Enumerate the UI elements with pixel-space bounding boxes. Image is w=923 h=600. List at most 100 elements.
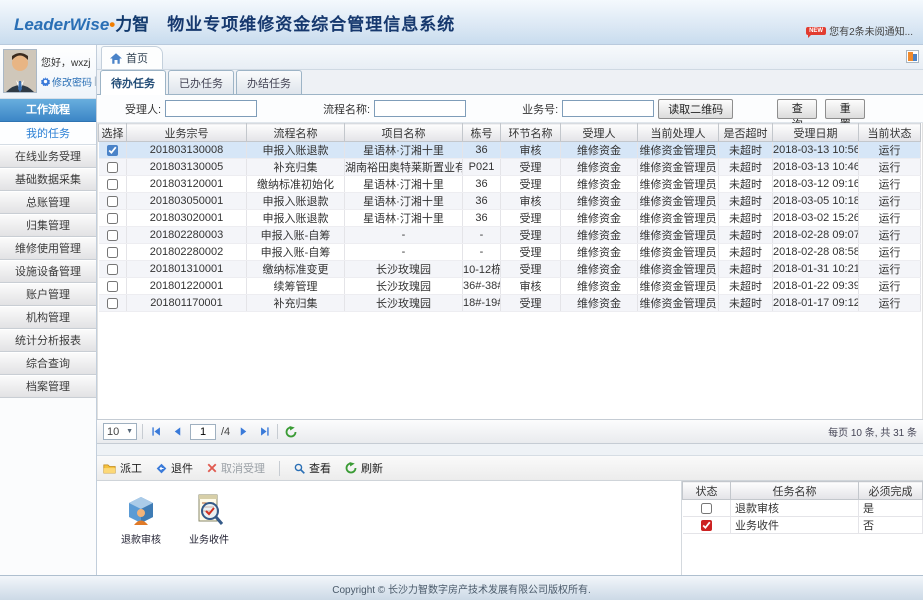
cell: 受理 [501, 159, 561, 176]
column-header-10[interactable]: 当前状态 [859, 124, 921, 142]
cell: 10-12栋 [463, 261, 501, 278]
gear-icon [41, 77, 50, 86]
cell: 申报入账退款 [247, 210, 345, 227]
sidebar-item-query[interactable]: 综合查询 [0, 352, 96, 375]
acceptor-label: 受理人: [125, 101, 161, 117]
cell: 审核 [501, 193, 561, 210]
return-item-button[interactable]: 退件 [156, 460, 193, 476]
sidebar-item-archive[interactable]: 档案管理 [0, 375, 96, 398]
acceptor-input[interactable] [165, 100, 257, 117]
sidebar-item-facility[interactable]: 设施设备管理 [0, 260, 96, 283]
row-select-checkbox[interactable] [107, 230, 118, 241]
shortcut-business-receipt[interactable]: 业务收件 [183, 493, 235, 575]
layout-toggle-icon[interactable] [906, 50, 919, 63]
notice-text[interactable]: 您有2条未阅通知... [829, 23, 913, 38]
main-content: 首页 待办任务已办任务办结任务 受理人: 流程名称: 业务号: 读取二维码 查询… [97, 45, 923, 575]
column-header-2[interactable]: 流程名称 [247, 124, 345, 142]
cell: 运行 [859, 210, 921, 227]
shortcut-refund-review[interactable]: 退款审核 [115, 493, 167, 575]
tab-todo[interactable]: 待办任务 [100, 70, 166, 95]
cell: 运行 [859, 295, 921, 312]
notification-link[interactable]: NEW 您有2条未阅通知... [806, 23, 913, 38]
sidebar-item-base-data[interactable]: 基础数据采集 [0, 168, 96, 191]
table-row: 201803120001缴纳标准初始化星语林·汀湘十里36受理维修资金维修资金管… [99, 176, 921, 193]
cell: 受理 [501, 227, 561, 244]
task-column-header-0: 状态 [683, 482, 731, 500]
column-header-7[interactable]: 当前处理人 [638, 124, 719, 142]
prev-page-button[interactable] [169, 424, 185, 440]
cell: 运行 [859, 142, 921, 159]
task-checkbox[interactable] [701, 520, 712, 531]
cell: 运行 [859, 261, 921, 278]
first-page-button[interactable] [148, 424, 164, 440]
row-select-checkbox[interactable] [107, 264, 118, 275]
tab-finished[interactable]: 办结任务 [236, 70, 302, 94]
column-header-4[interactable]: 栋号 [463, 124, 501, 142]
column-header-6[interactable]: 受理人 [561, 124, 638, 142]
page-number-input[interactable] [190, 424, 216, 440]
column-header-3[interactable]: 项目名称 [345, 124, 463, 142]
sidebar-item-online-business[interactable]: 在线业务受理 [0, 145, 96, 168]
column-header-0[interactable]: 选择 [99, 124, 127, 142]
row-select-checkbox[interactable] [107, 162, 118, 173]
column-header-5[interactable]: 环节名称 [501, 124, 561, 142]
cell: 未超时 [719, 176, 773, 193]
table-row: 201803050001申报入账退款星语林·汀湘十里36审核维修资金维修资金管理… [99, 193, 921, 210]
sidebar-item-workflow[interactable]: 工作流程 [0, 99, 96, 122]
cell: 未超时 [719, 295, 773, 312]
cell: 申报入账退款 [247, 193, 345, 210]
column-header-9[interactable]: 受理日期 [773, 124, 859, 142]
task-name-cell: 业务收件 [731, 517, 859, 534]
cell: 36 [463, 193, 501, 210]
row-select-checkbox[interactable] [107, 298, 118, 309]
cell: 受理 [501, 295, 561, 312]
change-password-link[interactable]: 修改密码 [52, 74, 92, 89]
cell: 201802280002 [127, 244, 247, 261]
read-qr-button[interactable]: 读取二维码 [658, 99, 733, 119]
cell: 受理 [501, 244, 561, 261]
sidebar-item-account[interactable]: 账户管理 [0, 283, 96, 306]
cell: 2018-03-12 09:16:51 [773, 176, 859, 193]
select-cell [99, 159, 127, 176]
sidebar-item-my-tasks[interactable]: 我的任务 [0, 122, 96, 145]
cell: 2018-03-13 10:46:42 [773, 159, 859, 176]
cell: 审核 [501, 278, 561, 295]
view-button[interactable]: 查看 [294, 460, 331, 476]
cell: 201803130008 [127, 142, 247, 159]
table-row: 201801220001续筹管理长沙玫瑰园36#-38#审核维修资金维修资金管理… [99, 278, 921, 295]
cell: 补充归集 [247, 295, 345, 312]
cell: 2018-01-22 09:39:13 [773, 278, 859, 295]
sidebar-item-organization[interactable]: 机构管理 [0, 306, 96, 329]
query-button[interactable]: 查询 [777, 99, 817, 119]
sidebar-item-maintenance-use[interactable]: 维修使用管理 [0, 237, 96, 260]
row-select-checkbox[interactable] [107, 145, 118, 156]
business-no-input[interactable] [562, 100, 654, 117]
refresh-grid-icon[interactable] [283, 424, 299, 440]
page-size-select[interactable]: 10▼ [103, 423, 137, 440]
task-column-header-2: 必须完成 [859, 482, 923, 500]
tab-done[interactable]: 已办任务 [168, 70, 234, 94]
refresh-button[interactable]: 刷新 [345, 460, 383, 476]
column-header-1[interactable]: 业务宗号 [127, 124, 247, 142]
next-page-button[interactable] [235, 424, 251, 440]
process-name-input[interactable] [374, 100, 466, 117]
row-select-checkbox[interactable] [107, 247, 118, 258]
last-page-button[interactable] [256, 424, 272, 440]
breadcrumb-home-tab[interactable]: 首页 [101, 46, 163, 69]
select-cell [99, 295, 127, 312]
cell: 36#-38# [463, 278, 501, 295]
folder-icon [103, 463, 116, 474]
row-select-checkbox[interactable] [107, 213, 118, 224]
sidebar-item-report[interactable]: 统计分析报表 [0, 329, 96, 352]
cell: 201802280003 [127, 227, 247, 244]
column-header-8[interactable]: 是否超时 [719, 124, 773, 142]
dispatch-button[interactable]: 派工 [103, 460, 142, 476]
row-select-checkbox[interactable] [107, 281, 118, 292]
reset-button[interactable]: 重置 [825, 99, 865, 119]
row-select-checkbox[interactable] [107, 196, 118, 207]
sidebar-item-collection[interactable]: 归集管理 [0, 214, 96, 237]
sidebar-item-ledger[interactable]: 总账管理 [0, 191, 96, 214]
cell: 2018-03-05 10:18:48 [773, 193, 859, 210]
row-select-checkbox[interactable] [107, 179, 118, 190]
task-checkbox[interactable] [701, 503, 712, 514]
